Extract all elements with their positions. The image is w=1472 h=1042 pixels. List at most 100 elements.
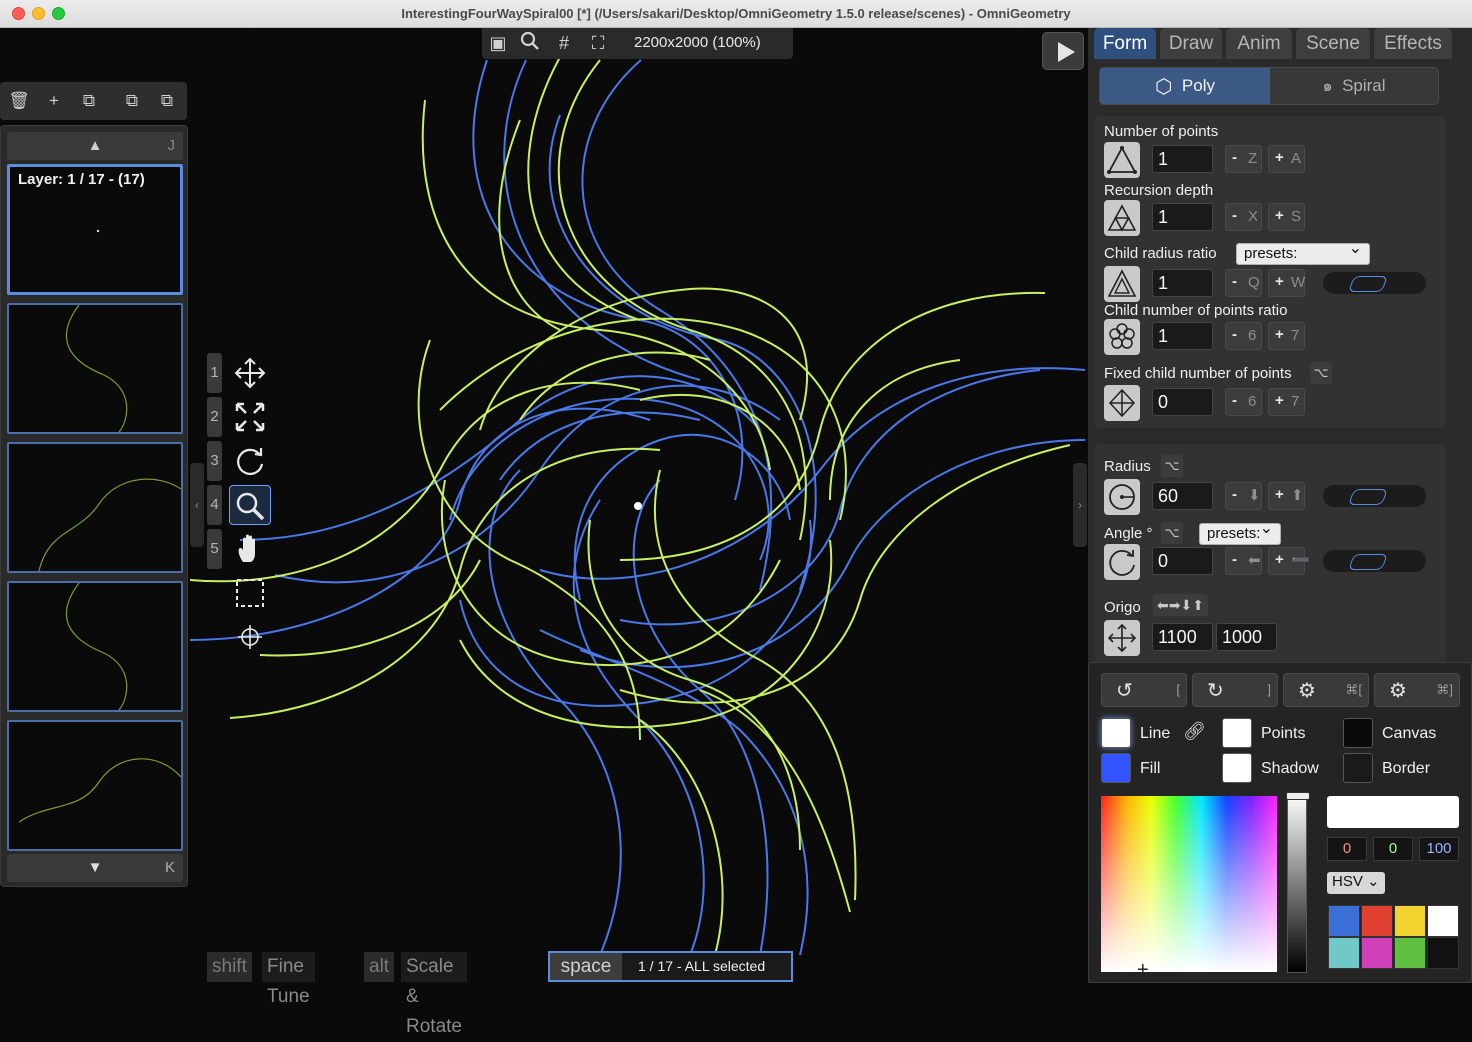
fullscreen-icon[interactable]: ⛶ — [584, 31, 612, 56]
tab-anim[interactable]: Anim — [1226, 28, 1292, 59]
play-button[interactable] — [1042, 32, 1084, 70]
palette-swatch-magenta[interactable] — [1361, 937, 1393, 969]
zoom-tool-button[interactable] — [229, 485, 271, 525]
num-points-increment[interactable]: + A — [1268, 145, 1305, 173]
child-radius-increment[interactable]: + W — [1268, 269, 1305, 297]
palette-swatch-red[interactable] — [1361, 905, 1393, 937]
scale-tool-button[interactable] — [229, 397, 271, 437]
origo-x-input[interactable]: 1100 — [1152, 623, 1213, 651]
canvas-color-swatch[interactable] — [1343, 718, 1373, 748]
layer-thumb-1[interactable]: Layer: 1 / 17 - (17) — [7, 164, 183, 295]
layer-up-icon[interactable]: ⧉ — [118, 88, 146, 114]
select-rect-tool-button[interactable] — [229, 573, 271, 613]
collapse-left-handle[interactable]: ‹ — [190, 463, 204, 547]
rotate-tool-button[interactable] — [229, 441, 271, 481]
plus-icon[interactable]: + — [40, 88, 68, 114]
search-icon[interactable] — [516, 31, 544, 56]
layer-down-icon[interactable]: ⧉ — [153, 88, 181, 114]
collapse-right-handle[interactable]: › — [1073, 463, 1087, 547]
angle-input[interactable]: 0 — [1152, 547, 1213, 575]
tool-number-1: 1 — [207, 353, 222, 393]
layers-up-key: J — [167, 137, 176, 154]
layers-scroll-up-button[interactable]: ▲ J — [7, 132, 183, 160]
child-radius-input[interactable]: 1 — [1152, 269, 1213, 297]
child-radius-presets-select[interactable]: presets: — [1236, 239, 1370, 265]
poly-button[interactable]: ⬡ Poly — [1100, 68, 1270, 104]
layer-thumb-4[interactable] — [7, 581, 183, 712]
fixed-child-decrement[interactable]: -6 — [1225, 388, 1262, 416]
tab-draw[interactable]: Draw — [1160, 28, 1222, 59]
child-radius-decrement[interactable]: -Q — [1225, 269, 1262, 297]
redo-color-button[interactable]: ↻] — [1192, 673, 1278, 707]
color-picker-field[interactable]: + — [1101, 796, 1277, 980]
angle-curve-slider[interactable] — [1323, 550, 1426, 572]
origo-y-input[interactable]: 1000 — [1216, 623, 1277, 651]
angle-alt-icon[interactable]: ⌥ — [1161, 522, 1183, 544]
radius-curve-slider[interactable] — [1323, 485, 1426, 507]
points-color-swatch[interactable] — [1222, 718, 1252, 748]
radius-decrement[interactable]: - ⬇ — [1225, 482, 1262, 510]
child-num-points-input[interactable]: 1 — [1152, 322, 1213, 350]
num-points-decrement[interactable]: -Z — [1225, 145, 1262, 173]
recursion-increment[interactable]: + S — [1268, 203, 1305, 231]
fine-tune-label: Fine Tune — [262, 952, 315, 1007]
palette-swatch-blue[interactable] — [1328, 905, 1360, 937]
saturation-value[interactable]: 0 — [1373, 837, 1413, 861]
origin-tool-button[interactable] — [229, 617, 271, 657]
tab-scene[interactable]: Scene — [1296, 28, 1370, 59]
tab-effects[interactable]: Effects — [1374, 28, 1452, 59]
angle-increment[interactable]: + ➖ — [1268, 547, 1310, 575]
brightness-value[interactable]: 100 — [1419, 837, 1459, 861]
fill-color-swatch[interactable] — [1101, 753, 1131, 783]
radius-input[interactable]: 60 — [1152, 482, 1213, 510]
palette-swatch-yellow[interactable] — [1394, 905, 1426, 937]
angle-presets-select[interactable]: presets: — [1199, 519, 1281, 545]
shadow-color-swatch[interactable] — [1222, 753, 1252, 783]
hand-icon — [238, 534, 255, 562]
spiral-label: Spiral — [1342, 76, 1386, 95]
tab-form[interactable]: Form — [1094, 28, 1156, 59]
origo-arrow-keys: ⬅➡⬇⬆ — [1153, 594, 1208, 616]
duplicate-icon[interactable]: ⧉ — [75, 88, 103, 114]
layer-thumb-5[interactable] — [7, 720, 183, 851]
palette-swatch-cyan[interactable] — [1328, 937, 1360, 969]
palette-swatch-white[interactable] — [1427, 905, 1459, 937]
grid-icon[interactable]: # — [550, 31, 578, 56]
line-color-swatch[interactable] — [1101, 718, 1131, 748]
palette-swatch-green[interactable] — [1394, 937, 1426, 969]
recursion-input[interactable]: 1 — [1152, 203, 1213, 231]
fixed-child-alt-icon[interactable]: ⌥ — [1310, 362, 1332, 384]
palette-swatch-black[interactable] — [1427, 937, 1459, 969]
center-point[interactable] — [634, 502, 642, 510]
recursion-decrement[interactable]: -X — [1225, 203, 1262, 231]
hue-value[interactable]: 0 — [1327, 837, 1367, 861]
fixed-child-increment[interactable]: +7 — [1268, 388, 1305, 416]
sidebar-icon[interactable]: ▣ — [484, 31, 512, 56]
angle-decrement[interactable]: - ⬅ — [1225, 547, 1262, 575]
undo-color-button[interactable]: ↺[ — [1101, 673, 1187, 707]
spiral-button[interactable]: ๑ Spiral — [1270, 68, 1438, 104]
layers-scroll-down-button[interactable]: ▼ K — [7, 854, 183, 882]
child-radius-curve-slider[interactable] — [1323, 272, 1426, 294]
child-num-points-increment[interactable]: +7 — [1268, 322, 1305, 350]
num-points-input[interactable]: 1 — [1152, 145, 1213, 173]
radius-increment[interactable]: + ⬆ — [1268, 482, 1305, 510]
spiral-icon: ๑ — [1322, 78, 1333, 95]
rotate-cw-icon: ↻ — [1207, 680, 1224, 702]
color-mode-select[interactable]: HSV ⌄ — [1327, 872, 1385, 894]
layer-thumb-3[interactable] — [7, 442, 183, 573]
trash-icon[interactable]: 🗑 — [5, 88, 33, 114]
layer-thumb-2[interactable] — [7, 303, 183, 434]
value-slider[interactable] — [1286, 792, 1310, 973]
color-settings-button-2[interactable]: ⚙ ⌘] — [1374, 673, 1460, 707]
gear-icon: ⚙ — [1389, 680, 1407, 702]
child-num-points-decrement[interactable]: -6 — [1225, 322, 1262, 350]
link-icon[interactable]: 🔗︎ — [1183, 721, 1206, 742]
radius-alt-icon[interactable]: ⌥ — [1161, 455, 1183, 477]
color-settings-button-1[interactable]: ⚙ ⌘[ — [1283, 673, 1369, 707]
fixed-child-input[interactable]: 0 — [1152, 388, 1213, 416]
border-color-swatch[interactable] — [1343, 753, 1373, 783]
pan-tool-button[interactable] — [229, 529, 271, 569]
shadow-label: Shadow — [1261, 760, 1319, 777]
move-tool-button[interactable] — [229, 353, 271, 393]
